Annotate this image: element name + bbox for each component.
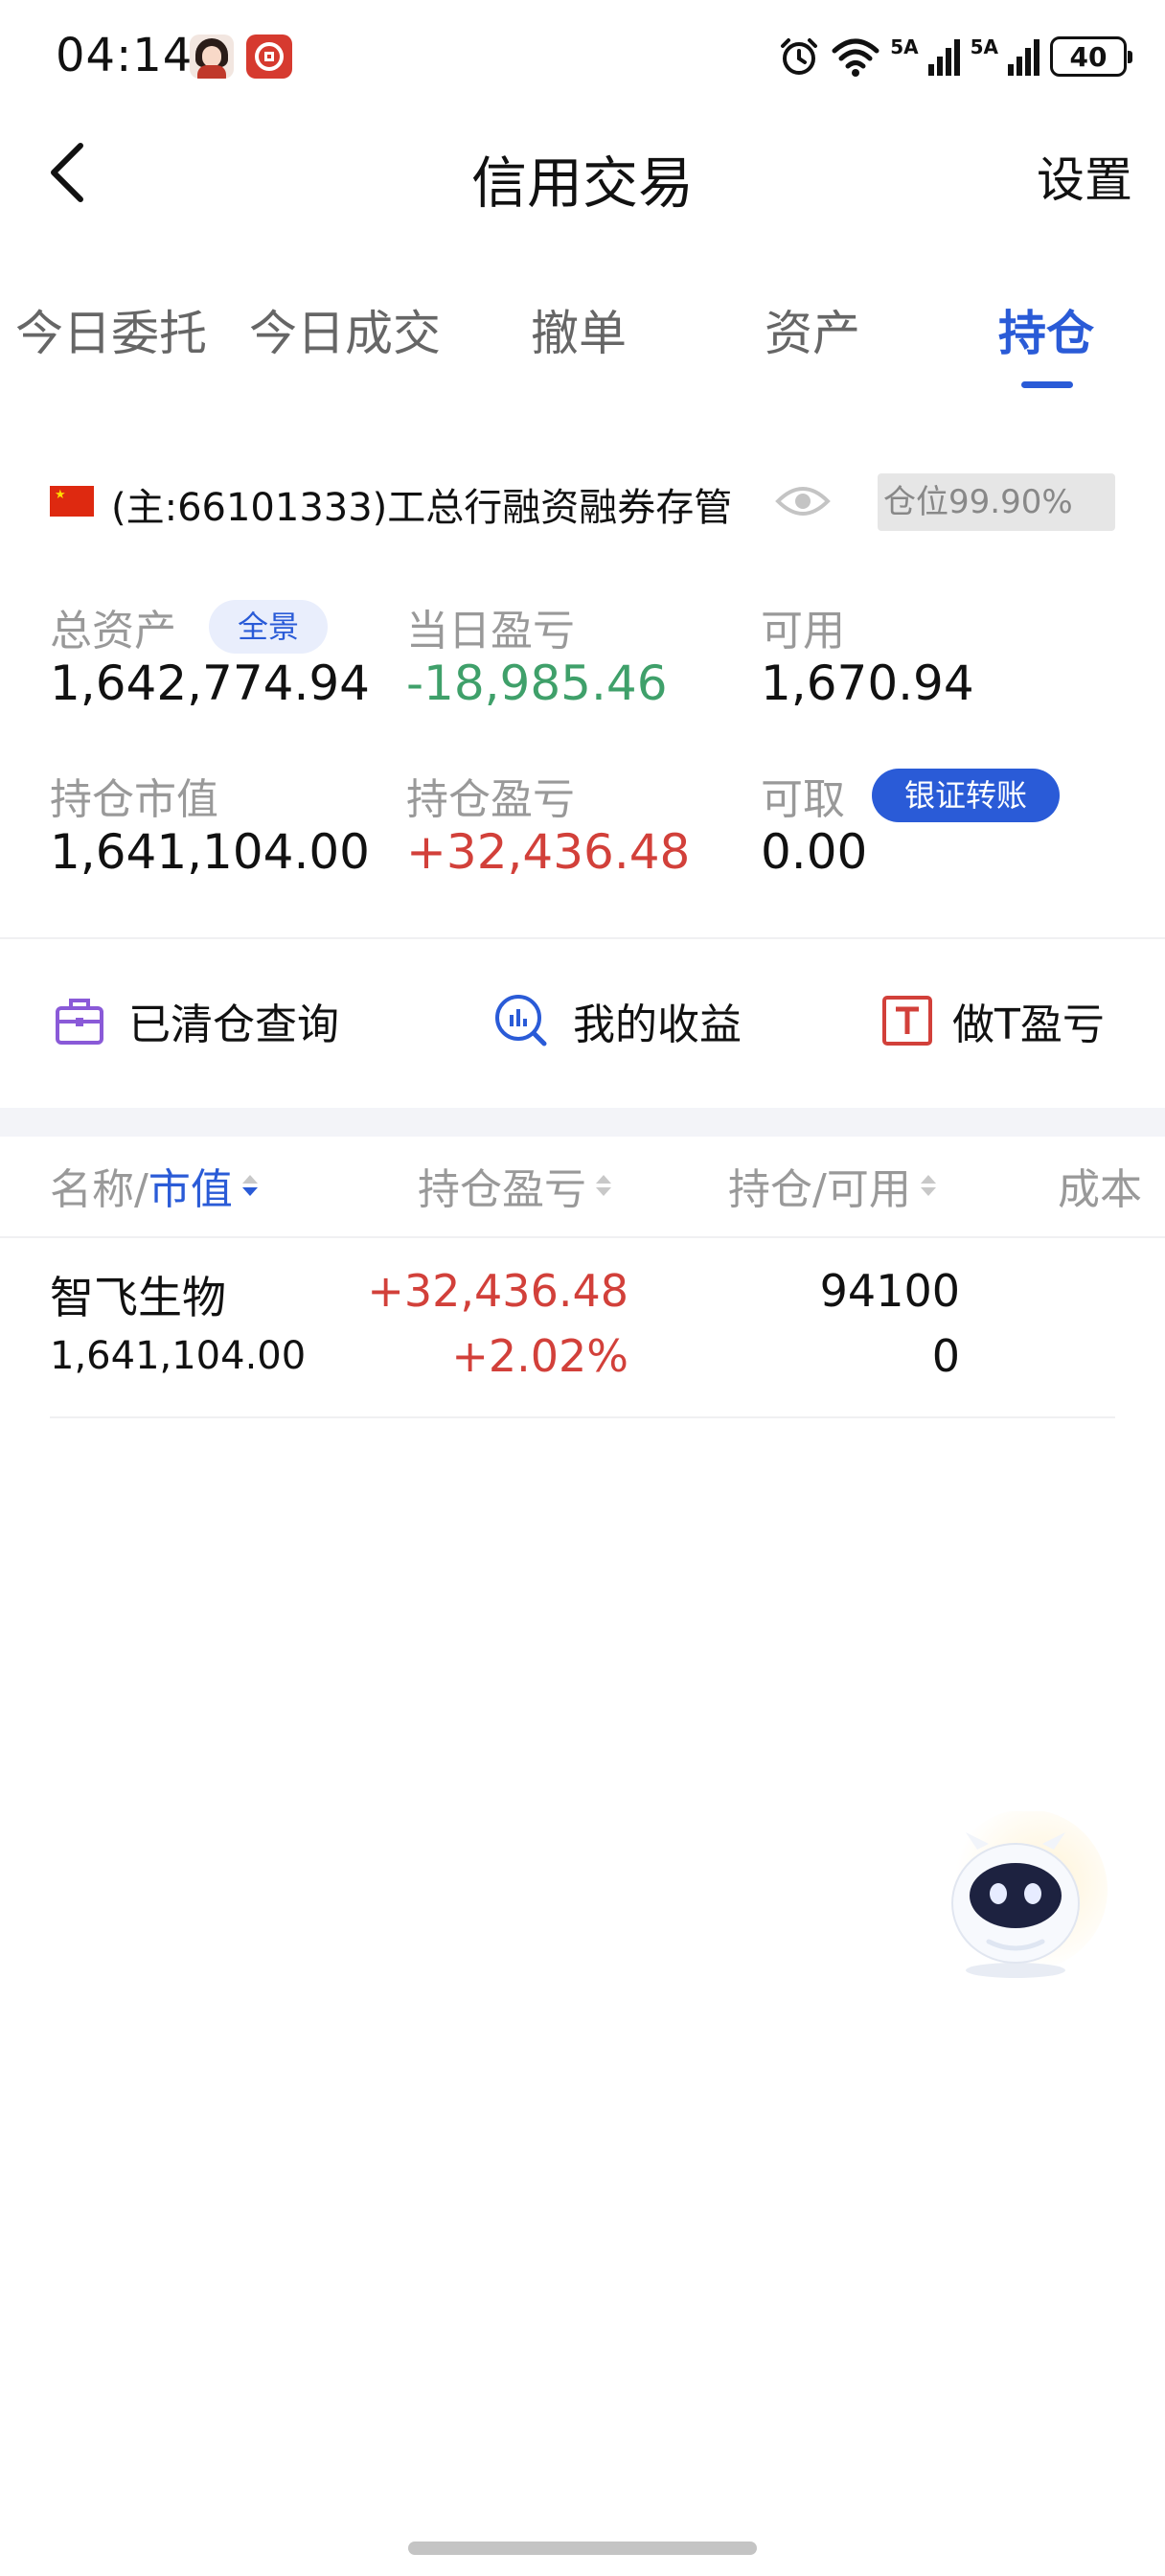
available-value: 1,670.94 [761,656,974,711]
tab-positions[interactable]: 持仓 [998,295,1094,364]
alarm-icon [781,38,818,75]
total-assets-label: 总资产 [50,607,176,656]
position-ratio-badge: 仓位99.90% [878,473,1115,531]
status-bar: 04:14 5A 5A 40 [0,0,1165,115]
withdrawable-label: 可取 [761,775,845,824]
eye-icon[interactable] [774,482,832,520]
column-pnl-label: 持仓盈亏 [418,1165,586,1214]
china-flag-icon: ★ [50,486,94,517]
active-tab-indicator [1021,381,1073,388]
briefcase-icon [56,999,103,1045]
settings-button[interactable]: 设置 [1037,142,1132,211]
column-header-holding[interactable]: 持仓/可用 [728,1155,938,1216]
robot-assistant-icon[interactable] [920,1811,1111,1984]
section-divider [0,1108,1165,1137]
daily-pnl-label: 当日盈亏 [406,607,575,656]
wifi-icon [832,38,879,77]
home-indicator[interactable] [408,2542,757,2555]
network-type-1: 5A [890,35,919,58]
nav-bar: 信用交易 设置 [0,115,1165,230]
my-income-label: 我的收益 [573,1000,742,1049]
table-header-divider [0,1236,1165,1238]
account-row[interactable]: ★ (主:66101333)工总行融资融券存管 仓位99.90% [0,465,1165,541]
bank-app-notification-icon [246,34,292,79]
tab-assets[interactable]: 资产 [765,295,860,364]
market-value-value: 1,641,104.00 [50,824,370,880]
daily-pnl-value: -18,985.46 [406,656,668,711]
cleared-positions-button[interactable]: 已清仓查询 [54,987,339,1054]
column-header-cost[interactable]: 成本 [1058,1155,1165,1216]
t-box-icon [882,996,932,1046]
tab-today-orders[interactable]: 今日委托 [15,295,207,364]
column-holding-label: 持仓/可用 [728,1165,911,1214]
tab-today-trades[interactable]: 今日成交 [249,295,441,364]
stock-available: 0 [931,1330,960,1382]
avatar-notification-icon [190,34,234,79]
t-trade-pnl-label: 做T盈亏 [952,1000,1105,1049]
divider [0,937,1165,939]
available-label: 可用 [761,607,845,656]
total-assets-value: 1,642,774.94 [50,656,370,711]
chart-search-icon [495,995,547,1046]
page-title: 信用交易 [470,150,694,216]
stock-name: 智飞生物 [50,1272,226,1323]
column-header-name-value[interactable]: 名称/ 市值 [50,1155,260,1216]
my-income-button[interactable]: 我的收益 [492,987,742,1054]
column-cost-label: 成本 [1058,1165,1142,1214]
sort-icon [240,1173,260,1198]
network-type-2: 5A [970,35,998,58]
signal-icon [927,39,960,76]
battery-icon: 40 [1050,36,1132,77]
status-time: 04:14 [56,29,194,82]
signal-icon [1008,39,1039,76]
stock-quantity: 94100 [819,1265,960,1317]
sort-icon [594,1173,613,1198]
sort-icon [919,1173,938,1198]
market-value-label: 持仓市值 [50,775,218,824]
bank-transfer-button[interactable]: 银证转账 [872,769,1060,822]
panorama-button[interactable]: 全景 [209,600,328,654]
t-trade-pnl-button[interactable]: 做T盈亏 [881,987,1105,1054]
back-button[interactable] [29,134,105,211]
stock-market-value: 1,641,104.00 [50,1334,307,1378]
stock-pnl-percent: +2.02% [451,1330,628,1382]
withdrawable-value: 0.00 [761,824,868,880]
battery-level: 40 [1069,40,1108,73]
status-icons: 5A 5A 40 [777,33,1132,80]
column-header-pnl[interactable]: 持仓盈亏 [418,1155,613,1216]
cleared-positions-label: 已清仓查询 [128,1000,339,1049]
column-value-label: 市值 [148,1165,233,1214]
position-pnl-value: +32,436.48 [406,824,691,880]
stock-pnl: +32,436.48 [367,1265,628,1317]
tab-bar: 今日委托 今日成交 撤单 资产 持仓 [0,278,1165,393]
account-name: (主:66101333)工总行融资融券存管 [111,486,733,530]
tab-cancel[interactable]: 撤单 [531,295,627,364]
row-divider [50,1416,1115,1418]
position-pnl-label: 持仓盈亏 [406,775,575,824]
chevron-left-icon [51,143,83,202]
column-name-label: 名称/ [50,1165,148,1214]
